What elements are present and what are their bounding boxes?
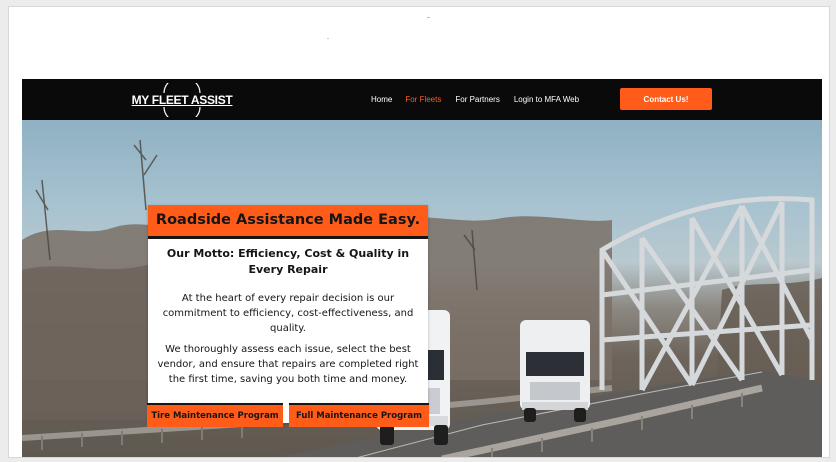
nav-links: Home For Fleets For Partners Login to MF… — [371, 79, 579, 120]
tire-maintenance-button[interactable]: Tire Maintenance Program — [147, 403, 283, 427]
hero-info-card: Roadside Assistance Made Easy. Our Motto… — [147, 205, 429, 427]
speck — [427, 17, 430, 18]
nav-for-partners-link[interactable]: For Partners — [455, 95, 499, 104]
browser-viewport: MY FLEET ASSIST Home For Fleets For Part… — [8, 6, 830, 458]
hero-heading: Our Motto: Efficiency, Cost & Quality in… — [166, 247, 410, 276]
nav-for-fleets-link[interactable]: For Fleets — [405, 95, 441, 104]
speck — [327, 38, 329, 39]
logo-text: MY FLEET ASSIST — [131, 93, 233, 107]
hero-title: Roadside Assistance Made Easy. — [148, 205, 428, 239]
site-logo[interactable]: MY FLEET ASSIST — [132, 83, 233, 117]
nav-login-link[interactable]: Login to MFA Web — [514, 95, 579, 104]
hero-section: Roadside Assistance Made Easy. Our Motto… — [22, 120, 822, 457]
full-maintenance-button[interactable]: Full Maintenance Program — [289, 403, 429, 427]
hero-paragraph-2: We thoroughly assess each issue, select … — [157, 344, 419, 385]
hero-paragraph-1: At the heart of every repair decision is… — [162, 293, 414, 334]
nav-home-link[interactable]: Home — [371, 95, 392, 104]
contact-us-button[interactable]: Contact Us! — [620, 88, 712, 110]
top-blank-area — [9, 7, 829, 79]
site-navbar: MY FLEET ASSIST Home For Fleets For Part… — [22, 79, 822, 120]
